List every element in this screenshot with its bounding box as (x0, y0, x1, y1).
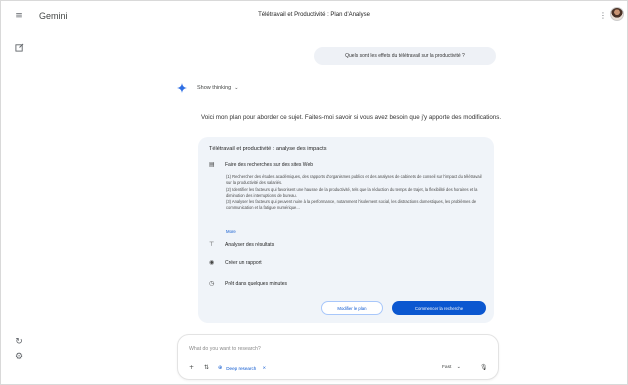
chevron-down-icon: ⌄ (234, 85, 239, 91)
deep-research-chip[interactable]: ⊕ Deep research × (218, 365, 266, 371)
research-plan-card: Télétravail et productivité : analyse de… (198, 137, 494, 323)
add-icon[interactable]: + (189, 364, 194, 371)
response-intro: Voici mon plan pour aborder ce sujet. Fa… (201, 114, 502, 121)
start-research-button[interactable]: Commencer la recherche (392, 301, 486, 315)
step-label: Faire des recherches sur des sites Web (225, 161, 314, 168)
step-label: Prêt dans quelques minutes (225, 280, 287, 287)
settings-icon[interactable]: ⚙ (13, 351, 25, 363)
plan-step-report: ◉ Créer un rapport (209, 259, 262, 266)
chevron-down-icon: ⌄ (456, 365, 461, 370)
avatar[interactable] (610, 7, 624, 21)
step-details: (1) Rechercher des études académiques, d… (226, 174, 484, 212)
prompt-input[interactable]: What do you want to research? (189, 346, 261, 352)
model-label: Fast (442, 365, 452, 370)
deep-research-label: Deep research (226, 365, 257, 371)
app-window: ≡ ↻ ⚙ Gemini Télétravail et Productivité… (0, 0, 628, 385)
step-label: Analyser des résultats (225, 241, 275, 248)
side-rail: ≡ ↻ ⚙ (1, 1, 35, 385)
plan-step-analyze: ⊤ Analyser des résultats (209, 241, 274, 248)
plan-title: Télétravail et productivité : analyse de… (209, 146, 327, 152)
model-selector[interactable]: Fast ⌄ (442, 365, 461, 370)
detail-line: (1) Rechercher des études académiques, d… (226, 174, 482, 186)
user-message: Quels sont les effets du télétravail sur… (314, 47, 496, 65)
prompt-input-box[interactable]: What do you want to research? + ⇅ ⊕ Deep… (177, 334, 499, 380)
detail-line: (3) Analyser les facteurs qui peuvent nu… (226, 199, 477, 211)
microphone-icon[interactable]: 🎙 (480, 364, 488, 371)
close-icon[interactable]: × (262, 366, 266, 371)
plan-step-time: ◷ Prêt dans quelques minutes (209, 280, 287, 287)
report-icon: ◉ (209, 259, 215, 266)
show-thinking-label: Show thinking (197, 85, 232, 91)
more-options-icon[interactable]: ⋮ (599, 11, 607, 20)
edit-plan-button[interactable]: Modifier le plan (321, 301, 383, 315)
clock-icon: ◷ (209, 280, 215, 287)
new-chat-icon[interactable] (13, 41, 25, 53)
step-label: Créer un rapport (225, 259, 262, 266)
document-icon: ▤ (209, 161, 215, 168)
show-thinking-toggle[interactable]: Show thinking ⌄ (197, 85, 238, 91)
detail-line: (2) Identifier les facteurs qui favorise… (226, 186, 478, 198)
plan-step-research: ▤ Faire des recherches sur des sites Web (209, 161, 313, 168)
tools-icon[interactable]: ⇅ (204, 364, 209, 371)
analyze-icon: ⊤ (209, 241, 215, 248)
deep-research-icon: ⊕ (218, 365, 223, 371)
more-link[interactable]: More (226, 229, 236, 234)
activity-icon[interactable]: ↻ (13, 336, 25, 348)
gemini-spark-icon (177, 83, 187, 93)
chat-title: Télétravail et Productivité : Plan d'Ana… (258, 12, 370, 18)
